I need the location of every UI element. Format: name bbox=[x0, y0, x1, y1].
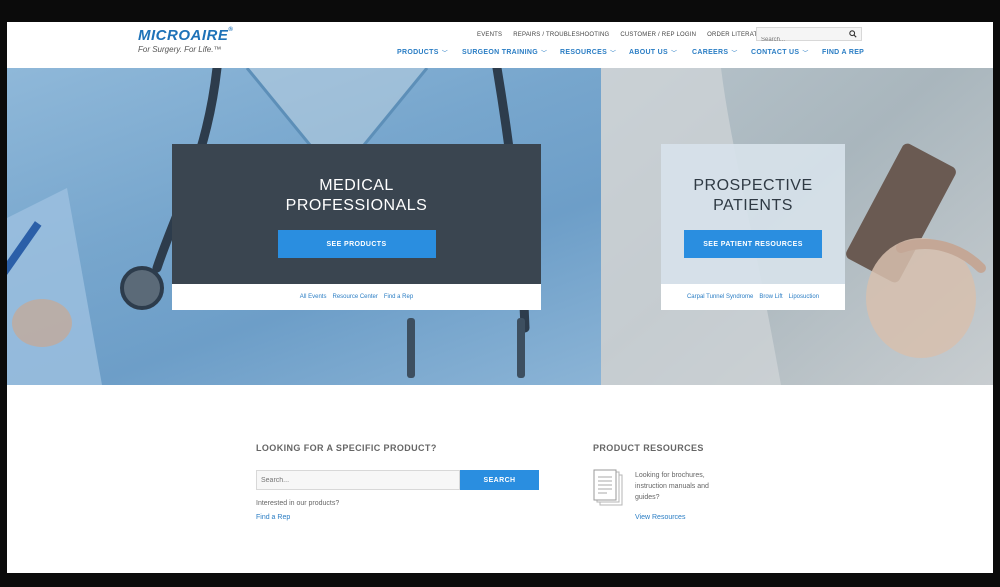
find-rep-link[interactable]: Find a Rep bbox=[256, 514, 290, 521]
site-header: MICROAIRE® For Surgery. For Life.™ EVENT… bbox=[7, 22, 993, 68]
nav-resources[interactable]: RESOURCES ﹀ bbox=[560, 48, 629, 57]
see-patient-resources-button[interactable]: SEE PATIENT RESOURCES bbox=[684, 230, 822, 258]
medical-card-title: MEDICAL PROFESSIONALS bbox=[285, 177, 428, 214]
nav-products[interactable]: PRODUCTS ﹀ bbox=[397, 48, 462, 57]
prospective-patients-card: PROSPECTIVE PATIENTS SEE PATIENT RESOURC… bbox=[661, 144, 845, 310]
lower-content: LOOKING FOR A SPECIFIC PRODUCT? SEARCH I… bbox=[7, 385, 993, 573]
util-link-login[interactable]: CUSTOMER / REP LOGIN bbox=[620, 32, 696, 38]
link-find-a-rep[interactable]: Find a Rep bbox=[384, 294, 413, 300]
nav-about-us[interactable]: ABOUT US ﹀ bbox=[629, 48, 692, 57]
see-products-button[interactable]: SEE PRODUCTS bbox=[277, 230, 436, 258]
documents-icon bbox=[593, 469, 623, 506]
chevron-down-icon: ﹀ bbox=[802, 51, 809, 57]
product-search-form: SEARCH bbox=[256, 470, 539, 490]
chevron-down-icon: ﹀ bbox=[610, 51, 617, 57]
medical-card-links: All Events Resource Center Find a Rep bbox=[172, 284, 541, 310]
product-resources-text: Looking for brochures, instruction manua… bbox=[635, 472, 709, 501]
view-resources-link[interactable]: View Resources bbox=[635, 514, 685, 521]
brand-logo[interactable]: MICROAIRE® For Surgery. For Life.™ bbox=[138, 27, 233, 54]
interest-text: Interested in our products? bbox=[256, 500, 340, 507]
patients-card-links: Carpal Tunnel Syndrome Brow Lift Liposuc… bbox=[661, 284, 845, 310]
header-search-input[interactable] bbox=[757, 34, 847, 46]
browser-frame: MICROAIRE® For Surgery. For Life.™ EVENT… bbox=[7, 22, 993, 573]
nav-surgeon-training[interactable]: SURGEON TRAINING ﹀ bbox=[462, 48, 560, 57]
search-icon[interactable] bbox=[849, 30, 857, 38]
utility-nav: EVENTS REPAIRS / TROUBLESHOOTING CUSTOME… bbox=[477, 32, 771, 38]
chevron-down-icon: ﹀ bbox=[441, 51, 448, 57]
patients-card-title: PROSPECTIVE PATIENTS bbox=[693, 177, 813, 214]
link-brow-lift[interactable]: Brow Lift bbox=[759, 294, 782, 300]
medical-professionals-card: MEDICAL PROFESSIONALS SEE PRODUCTS All E… bbox=[172, 144, 541, 310]
nav-find-a-rep[interactable]: FIND A REP bbox=[822, 48, 864, 57]
link-carpal-tunnel[interactable]: Carpal Tunnel Syndrome bbox=[687, 294, 753, 300]
nav-careers[interactable]: CAREERS ﹀ bbox=[692, 48, 751, 57]
medical-card-panel: MEDICAL PROFESSIONALS SEE PRODUCTS bbox=[172, 144, 541, 284]
hero-banner: MEDICAL PROFESSIONALS SEE PRODUCTS All E… bbox=[7, 68, 993, 385]
product-resources-heading: PRODUCT RESOURCES bbox=[593, 443, 704, 453]
product-search-input[interactable] bbox=[256, 470, 460, 490]
patients-card-panel: PROSPECTIVE PATIENTS SEE PATIENT RESOURC… bbox=[661, 144, 845, 284]
chevron-down-icon: ﹀ bbox=[670, 51, 678, 57]
logo-wordmark: MICROAIRE® bbox=[138, 27, 234, 44]
link-resource-center[interactable]: Resource Center bbox=[332, 294, 377, 300]
link-all-events[interactable]: All Events bbox=[300, 294, 327, 300]
product-search-button[interactable]: SEARCH bbox=[460, 470, 539, 490]
chevron-down-icon: ﹀ bbox=[540, 51, 548, 57]
util-link-repairs[interactable]: REPAIRS / TROUBLESHOOTING bbox=[513, 32, 609, 38]
header-search bbox=[756, 27, 862, 46]
util-link-events[interactable]: EVENTS bbox=[477, 32, 502, 38]
nav-contact-us[interactable]: CONTACT US ﹀ bbox=[751, 48, 822, 57]
link-liposuction[interactable]: Liposuction bbox=[789, 294, 819, 300]
chevron-down-icon: ﹀ bbox=[731, 51, 738, 57]
product-search-heading: LOOKING FOR A SPECIFIC PRODUCT? bbox=[256, 443, 437, 453]
main-nav: PRODUCTS ﹀ SURGEON TRAINING ﹀ RESOURCES ﹀ A… bbox=[397, 48, 864, 57]
logo-tagline: For Surgery. For Life.™ bbox=[138, 45, 222, 54]
